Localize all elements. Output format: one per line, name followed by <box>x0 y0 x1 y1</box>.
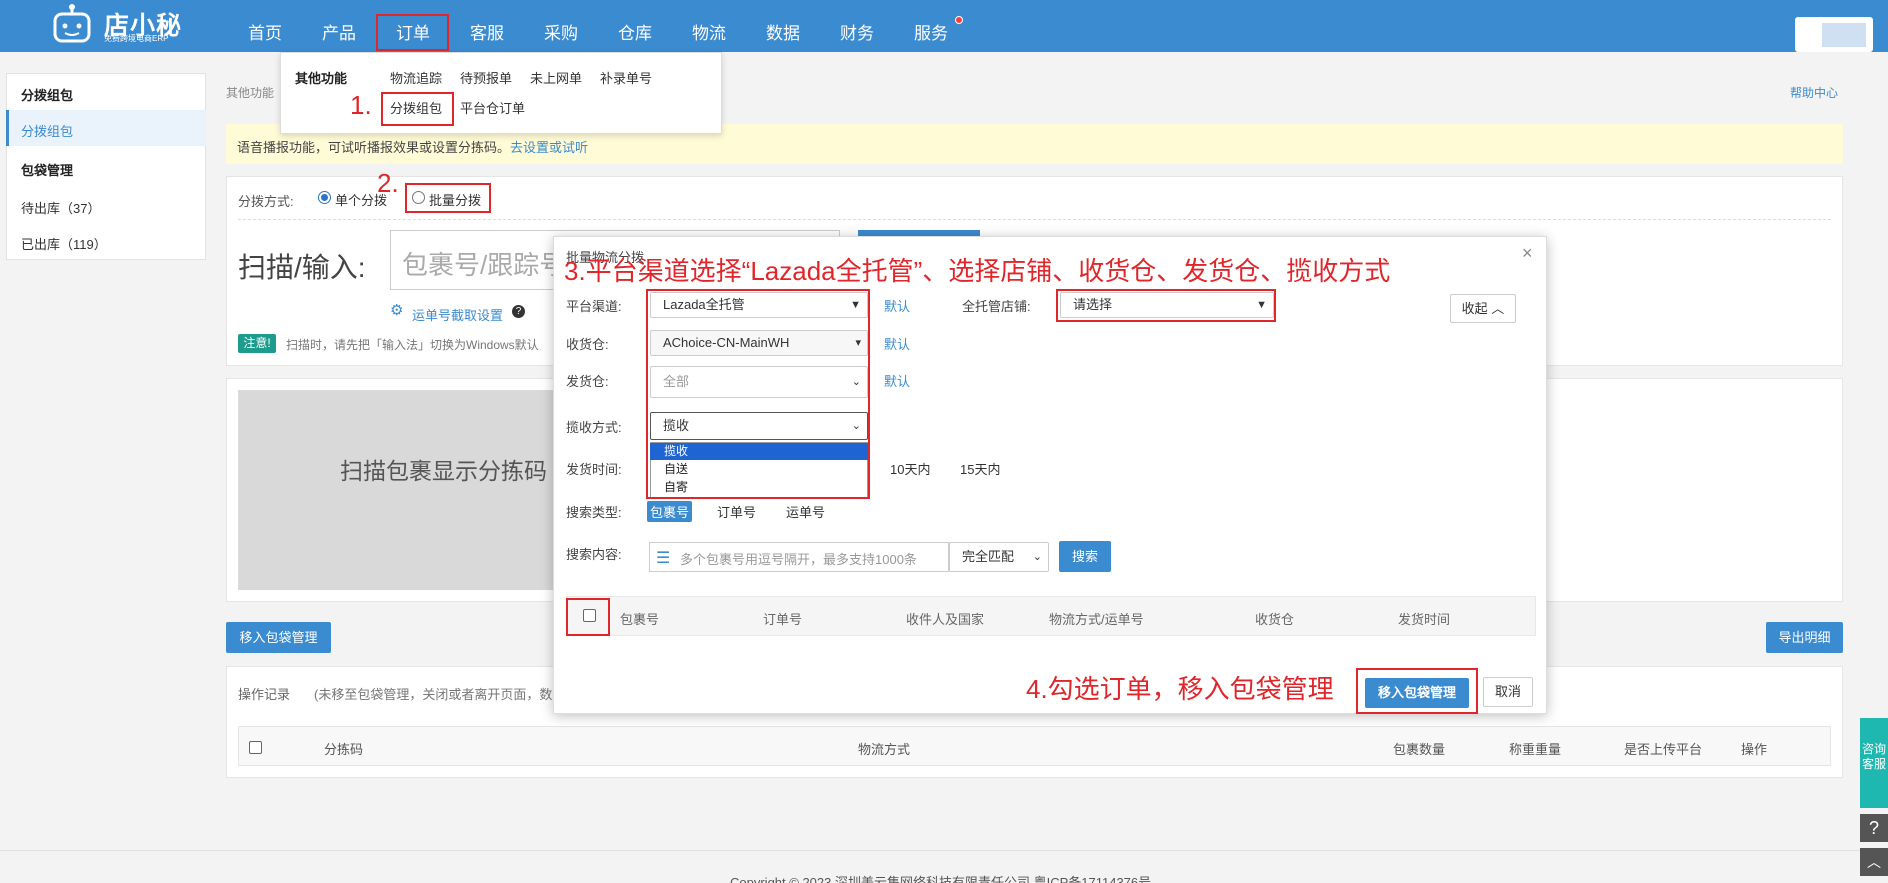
annotation-step1: 1. <box>350 90 372 120</box>
record-table-header <box>238 726 1831 766</box>
nav-warehouse[interactable]: 仓库 <box>618 19 652 44</box>
collapse-button[interactable]: 收起 ︿ <box>1450 294 1516 323</box>
divider <box>238 219 1831 220</box>
col-sort-code: 分拣码 <box>324 742 364 757</box>
footer-divider <box>0 850 1888 851</box>
menu-item-platform-orders[interactable]: 平台仓订单 <box>460 98 525 117</box>
col-weight: 称重重量 <box>1509 742 1562 757</box>
col-receive-wh: 收货仓 <box>1255 612 1295 627</box>
sidebar-item-shipped[interactable]: 已出库（119） <box>21 234 107 253</box>
consult-service-button[interactable]: 咨询客服 <box>1860 718 1888 808</box>
annotation-box-checkbox <box>566 598 610 636</box>
copyright: Copyright © 2023 深圳美云集网络科技有限责任公司 粤ICP备17… <box>730 875 1152 883</box>
search-type-waybill[interactable]: 运单号 <box>786 502 825 521</box>
match-select[interactable]: 完全匹配 ⌄ <box>949 542 1049 572</box>
cancel-button[interactable]: 取消 <box>1483 677 1533 707</box>
menu-heading: 其他功能 <box>295 71 348 86</box>
annotation-step3: 3.平台渠道选择“Lazada全托管”、选择店铺、收货仓、发货仓、揽收方式 <box>564 256 1391 286</box>
notice-link[interactable]: 去设置或试听 <box>510 140 588 155</box>
nav-purchase[interactable]: 采购 <box>544 19 578 44</box>
order-dropdown-menu <box>280 52 722 134</box>
notification-dot <box>955 16 963 24</box>
col-ship-time: 发货时间 <box>1398 612 1451 627</box>
platform-default-link[interactable]: 默认 <box>884 296 910 315</box>
scan-placeholder: 包裹号/跟踪号 <box>402 250 566 280</box>
help-circle-icon[interactable]: ? <box>1860 814 1888 842</box>
receive-label: 收货仓: <box>566 337 609 352</box>
annotation-step4: 4.勾选订单，移入包袋管理 <box>1026 674 1334 704</box>
notice-text: 语音播报功能，可试听播报效果或设置分拣码。去设置或试听 <box>237 140 589 155</box>
sort-code-text: 扫描包裹显示分拣码 <box>340 458 547 484</box>
record-select-all-checkbox[interactable] <box>249 741 262 754</box>
store-label: 全托管店铺: <box>962 299 1031 314</box>
search-placeholder: 多个包裹号用逗号隔开，最多支持1000条 <box>680 552 917 567</box>
nav-services[interactable]: 服务 <box>914 19 948 44</box>
ship-label: 发货仓: <box>566 374 609 389</box>
note-text: 扫描时，请先把「输入法」切换为Windows默认 <box>286 338 539 352</box>
help-center-link[interactable]: 帮助中心 <box>1790 84 1838 101</box>
scan-label: 扫描/输入: <box>238 252 366 283</box>
sidebar-item-pending[interactable]: 待出库（37） <box>21 198 100 217</box>
nav-finance[interactable]: 财务 <box>840 19 874 44</box>
note-badge: 注意! <box>238 334 276 353</box>
waybill-setting-link[interactable]: 运单号截取设置 <box>412 305 503 324</box>
search-type-order[interactable]: 订单号 <box>717 502 756 521</box>
col-recipient: 收件人及国家 <box>906 612 985 627</box>
annotation-box-filters <box>646 289 870 499</box>
nav-product[interactable]: 产品 <box>322 19 356 44</box>
sidebar-group-sort: 分拨组包 <box>21 88 74 103</box>
close-icon[interactable]: × <box>1522 243 1533 264</box>
ship-default-link[interactable]: 默认 <box>884 371 910 390</box>
col-package-count: 包裹数量 <box>1393 742 1446 757</box>
receive-default-link[interactable]: 默认 <box>884 334 910 353</box>
col-package-no: 包裹号 <box>620 612 660 627</box>
question-icon[interactable]: ? <box>512 305 525 318</box>
time-option[interactable]: 10天内 <box>890 459 930 478</box>
breadcrumb: 其他功能 <box>226 86 275 100</box>
gear-icon: ⚙ <box>390 302 404 319</box>
annotation-box-order-nav <box>376 14 449 51</box>
sort-code-display <box>238 390 568 590</box>
search-content-label: 搜索内容: <box>566 547 622 562</box>
radio-single[interactable] <box>318 191 331 204</box>
nav-service[interactable]: 客服 <box>470 19 504 44</box>
col-order-no: 订单号 <box>763 612 803 627</box>
search-button[interactable]: 搜索 <box>1059 541 1111 572</box>
time-option[interactable]: 15天内 <box>960 459 1000 478</box>
export-detail-button[interactable]: 导出明细 <box>1766 622 1843 653</box>
mode-label: 分拨方式: <box>238 194 294 209</box>
menu-item-pre-report[interactable]: 待预报单 <box>460 68 512 87</box>
annotation-box-store <box>1056 289 1276 322</box>
menu-item-offline[interactable]: 未上网单 <box>530 68 582 87</box>
record-note: (未移至包袋管理，关闭或者离开页面，数 <box>314 687 553 702</box>
platform-label: 平台渠道: <box>566 299 622 314</box>
col-logistics-waybill: 物流方式/运单号 <box>1049 612 1144 627</box>
menu-item-tracking[interactable]: 物流追踪 <box>390 68 442 87</box>
search-type-label: 搜索类型: <box>566 505 622 520</box>
list-icon: ☰ <box>656 550 671 567</box>
back-to-top-icon[interactable]: ︿ <box>1860 848 1888 876</box>
time-label: 发货时间: <box>566 462 622 477</box>
annotation-box-sort-pack <box>381 92 454 126</box>
col-action: 操作 <box>1741 742 1768 757</box>
col-logistics: 物流方式 <box>858 742 911 757</box>
record-title: 操作记录 <box>238 687 291 702</box>
nav-logistics[interactable]: 物流 <box>692 19 726 44</box>
nav-home[interactable]: 首页 <box>248 19 282 44</box>
pickup-label: 揽收方式: <box>566 420 622 435</box>
annotation-box-move-button <box>1356 668 1478 714</box>
annotation-step2: 2. <box>377 168 399 198</box>
annotation-box-batch <box>405 183 491 213</box>
nav-data[interactable]: 数据 <box>766 19 800 44</box>
col-upload: 是否上传平台 <box>1624 742 1703 757</box>
avatar-image <box>1822 23 1866 47</box>
sidebar-item-sort[interactable]: 分拨组包 <box>21 121 73 140</box>
sidebar-group-bag: 包袋管理 <box>21 163 74 178</box>
chevron-down-icon: ⌄ <box>1032 551 1042 563</box>
move-to-bag-button[interactable]: 移入包袋管理 <box>226 622 331 653</box>
brand-tagline: 免费跨境电商ERP <box>104 34 169 43</box>
robot-logo-icon <box>53 4 91 43</box>
search-type-package[interactable]: 包裹号 <box>647 501 693 522</box>
menu-item-backfill[interactable]: 补录单号 <box>600 68 652 87</box>
